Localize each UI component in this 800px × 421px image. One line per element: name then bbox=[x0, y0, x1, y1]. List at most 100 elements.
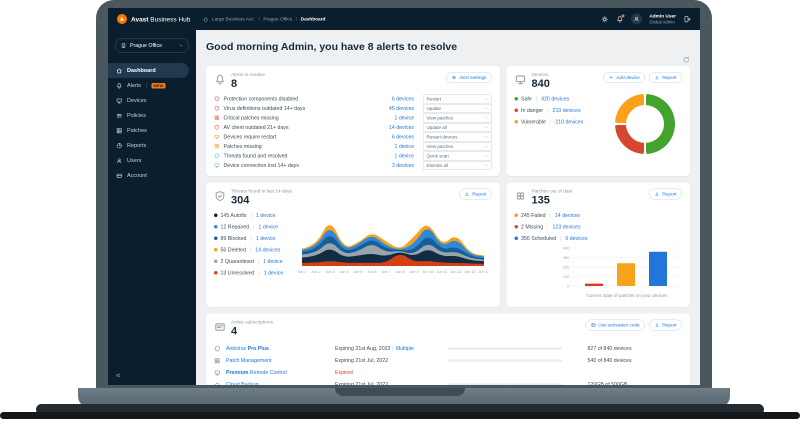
alert-label: Devices require restart bbox=[224, 134, 388, 140]
use-activation-code-button[interactable]: Use activation code bbox=[585, 320, 645, 331]
subscription-name[interactable]: Patch Management bbox=[226, 358, 335, 364]
devices-report-button[interactable]: Report bbox=[649, 72, 682, 83]
subscription-name[interactable]: Premium Remote Control bbox=[226, 370, 335, 376]
legend-value-link[interactable]: 14 devices bbox=[555, 212, 580, 218]
collapse-sidebar-icon[interactable]: « bbox=[116, 371, 120, 380]
org-selector[interactable]: Prague Office bbox=[115, 38, 189, 53]
patches-report-button[interactable]: Report bbox=[649, 189, 682, 200]
legend-value-link[interactable]: 6 devices bbox=[565, 235, 587, 241]
legend-item: 356 Scheduled|6 devices bbox=[515, 233, 683, 245]
multiple-link[interactable]: Multiple bbox=[396, 346, 414, 352]
legend-value-link[interactable]: 210 devices bbox=[555, 119, 583, 125]
sidebar-item-label: Alerts bbox=[127, 83, 141, 89]
alert-action-select[interactable]: Dismiss all bbox=[423, 161, 492, 170]
notifications-icon[interactable] bbox=[616, 15, 624, 23]
legend-item: 145 Autofix|1 device bbox=[214, 210, 298, 222]
legend-item: 2 Quarantined|1 device bbox=[214, 256, 298, 268]
sidebar-nav: DashboardAlerts|NEW Devices Policies Patche… bbox=[108, 63, 196, 183]
svg-text:0: 0 bbox=[567, 283, 570, 288]
alert-action-select[interactable]: Restart bbox=[423, 94, 492, 103]
alert-devices-link[interactable]: 45 devices bbox=[389, 105, 414, 111]
breadcrumb-item[interactable]: Prague Office bbox=[263, 16, 292, 22]
monitor-icon bbox=[214, 134, 220, 140]
sidebar-item-label: Policies bbox=[127, 113, 146, 119]
breadcrumb-separator: / bbox=[259, 16, 260, 22]
alert-devices-link[interactable]: 6 devices bbox=[392, 134, 414, 140]
subscriptions-report-button[interactable]: Report bbox=[649, 320, 682, 331]
add-device-button[interactable]: Add device bbox=[603, 72, 645, 83]
legend-value-link[interactable]: 1 device bbox=[256, 235, 276, 241]
legend-item: Safe|420 devices bbox=[515, 93, 584, 105]
legend-value-link[interactable]: 14 devices bbox=[255, 247, 280, 253]
sidebar-item-alerts[interactable]: Alerts|NEW bbox=[108, 78, 189, 93]
building-icon bbox=[121, 43, 127, 49]
settings-icon[interactable] bbox=[601, 15, 609, 23]
download-icon bbox=[655, 75, 660, 80]
subscription-row: Cloud BackupExpiring 21st Jul, 2022120GB… bbox=[214, 379, 682, 385]
subscription-row: Antivirus Pro PlusExpiring 21st Aug, 202… bbox=[214, 343, 682, 355]
legend-value-link[interactable]: 1 device bbox=[264, 270, 284, 276]
legend-value-link[interactable]: 1 device bbox=[258, 224, 278, 230]
alert-devices-link[interactable]: 1 device bbox=[394, 153, 414, 159]
alert-action-select[interactable]: View patches bbox=[423, 113, 492, 122]
svg-text:100: 100 bbox=[563, 274, 570, 279]
avatar[interactable] bbox=[631, 14, 642, 25]
alert-action-select[interactable]: Quick scan bbox=[423, 151, 492, 160]
alert-devices-link[interactable]: 14 devices bbox=[389, 124, 414, 130]
shield-icon bbox=[214, 125, 220, 131]
legend-value-link[interactable]: 123 devices bbox=[553, 224, 581, 230]
sidebar-item-patches[interactable]: Patches bbox=[108, 123, 189, 138]
avast-logo-icon bbox=[117, 14, 127, 24]
alert-label: Threats found and resolved bbox=[224, 153, 391, 159]
threats-report-button[interactable]: Report bbox=[459, 189, 492, 200]
sidebar-item-label: Reports bbox=[127, 143, 146, 149]
alert-action-select[interactable]: Restart devices bbox=[423, 132, 492, 141]
alert-devices-link[interactable]: 3 devices bbox=[392, 162, 414, 168]
sidebar-item-reports[interactable]: Reports bbox=[108, 138, 189, 153]
topbar: Avast Business Hub Large Business Acc. /P… bbox=[108, 8, 700, 30]
patches-icon bbox=[515, 190, 527, 202]
subscription-name[interactable]: Antivirus Pro Plus bbox=[226, 346, 335, 352]
pie-icon bbox=[116, 142, 123, 149]
chevron-down-icon bbox=[485, 163, 489, 167]
sidebar-item-dashboard[interactable]: Dashboard bbox=[108, 63, 189, 78]
legend-dot bbox=[214, 225, 218, 229]
app-logo[interactable]: Avast Business Hub bbox=[117, 14, 196, 24]
legend-value-link[interactable]: 210 devices bbox=[553, 107, 581, 113]
devices-card: Devices 840 Add device Report Safe|420 d… bbox=[507, 66, 691, 176]
sidebar-item-devices[interactable]: Devices bbox=[108, 93, 189, 108]
alert-label: Patches missing bbox=[224, 143, 391, 149]
breadcrumb-item[interactable]: Large Business Acc. bbox=[212, 16, 255, 22]
chevron-down-icon bbox=[485, 144, 489, 148]
subscription-expiry: Expiring 21st Aug, 2022|Multiple bbox=[335, 346, 448, 352]
svg-text:Jun 4: Jun 4 bbox=[339, 270, 348, 274]
alert-action-select[interactable]: View patches bbox=[423, 142, 492, 151]
alert-devices-link[interactable]: 1 device bbox=[394, 143, 414, 149]
refresh-icon[interactable] bbox=[683, 56, 691, 64]
subscription-name[interactable]: Cloud Backup bbox=[226, 382, 335, 385]
logout-icon[interactable] bbox=[684, 15, 692, 23]
legend-dot bbox=[515, 120, 519, 124]
sidebar-item-label: Devices bbox=[127, 98, 147, 104]
svg-text:Jun 8: Jun 8 bbox=[395, 270, 404, 274]
legend-item: 245 Failed|14 devices bbox=[515, 210, 683, 222]
alert-devices-link[interactable]: 6 devices bbox=[392, 96, 414, 102]
sidebar-item-account[interactable]: Account bbox=[108, 168, 189, 183]
legend-value-link[interactable]: 420 devices bbox=[541, 96, 569, 102]
svg-text:Jun 1: Jun 1 bbox=[298, 270, 307, 274]
legend-value-link[interactable]: 1 device bbox=[263, 258, 283, 264]
grid-icon bbox=[214, 357, 221, 364]
usage-progress-bar bbox=[448, 348, 563, 350]
alert-devices-link[interactable]: 1 device bbox=[394, 115, 414, 121]
sidebar-item-users[interactable]: Users bbox=[108, 153, 189, 168]
devices-donut-chart bbox=[615, 94, 675, 154]
user-info[interactable]: Admin User Global Admin bbox=[649, 14, 676, 25]
sidebar-item-policies[interactable]: Policies bbox=[108, 108, 189, 123]
alert-action-select[interactable]: Update bbox=[423, 104, 492, 113]
alert-action-select[interactable]: Update all bbox=[423, 123, 492, 132]
svg-text:200: 200 bbox=[563, 264, 570, 269]
laptop-mockup: Avast Business Hub Large Business Acc./P… bbox=[0, 0, 800, 421]
monitor-icon bbox=[214, 163, 220, 169]
alert-settings-button[interactable]: Alert settings bbox=[446, 72, 492, 83]
legend-value-link[interactable]: 1 device bbox=[256, 212, 276, 218]
